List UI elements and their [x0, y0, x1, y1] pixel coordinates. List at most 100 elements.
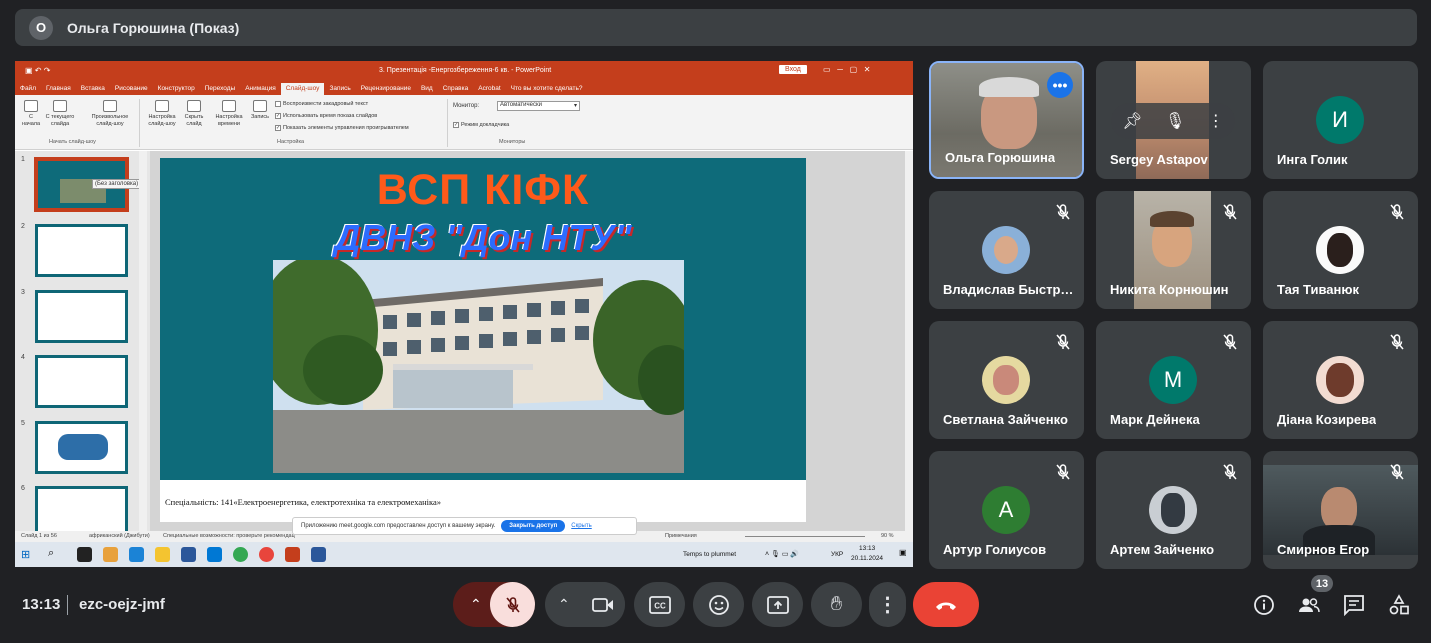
participant-tile[interactable]: М Марк Дейнека	[1096, 321, 1251, 439]
setup-show-button[interactable]: Настройка слайд-шоу	[143, 100, 181, 128]
rehearse-button[interactable]: Настройка времени	[211, 100, 247, 128]
tab-review[interactable]: Рецензирование	[356, 85, 416, 95]
tell-me-search[interactable]: Что вы хотите сделать?	[506, 85, 588, 95]
timings-checkbox[interactable]: ✓ Использовать время показа слайдов	[275, 113, 377, 119]
signin-button[interactable]: Вход	[779, 65, 807, 74]
zoom-slider[interactable]	[745, 536, 865, 537]
participant-photo	[982, 226, 1030, 274]
chat-icon[interactable]	[1343, 594, 1365, 616]
keyboard-lang[interactable]: УКР	[831, 551, 843, 558]
chevron-up-icon[interactable]: ⌃	[558, 596, 570, 613]
save-icon[interactable]: ▣ ↶ ↷	[25, 66, 50, 75]
participant-tile[interactable]: И Инга Голик	[1263, 61, 1418, 179]
slide-title: ВСП КІФК	[376, 166, 590, 214]
thumb-scrollbar[interactable]	[139, 151, 147, 531]
slide-scrollbar[interactable]	[905, 151, 913, 531]
hide-share-bar-link[interactable]: Скрыть	[571, 523, 591, 529]
powerpoint-icon[interactable]	[285, 547, 300, 562]
participant-tile[interactable]: Смирнов Егор	[1263, 451, 1418, 569]
participant-tile[interactable]: Діана Козирева	[1263, 321, 1418, 439]
slide-thumbnail[interactable]	[35, 290, 128, 343]
tab-home[interactable]: Главная	[41, 85, 76, 95]
more-vert-icon[interactable]: ⋮	[1208, 111, 1224, 131]
explorer-icon[interactable]	[155, 547, 170, 562]
participant-tile[interactable]: 📌︎ 🎙︎ ⋮ Sergey Astapov	[1096, 61, 1251, 179]
ribbon: С начала С текущего слайда Произвольное …	[15, 95, 913, 150]
tab-insert[interactable]: Вставка	[76, 85, 110, 95]
hide-slide-button[interactable]: Скрыть слайд	[181, 100, 207, 128]
slide-thumbnail[interactable]	[35, 224, 128, 277]
notes-button[interactable]: Примечания	[665, 533, 697, 539]
task-view-icon[interactable]	[77, 547, 92, 562]
edge-icon[interactable]	[129, 547, 144, 562]
windows-start-icon[interactable]: ⊞	[21, 548, 30, 561]
chrome-profile-icon[interactable]	[259, 547, 274, 562]
participant-name: Смирнов Егор	[1277, 542, 1370, 557]
store-icon[interactable]	[181, 547, 196, 562]
participant-tile[interactable]: А Артур Голиусов	[929, 451, 1084, 569]
activities-icon[interactable]	[1388, 594, 1410, 616]
mic-icon[interactable]: 🎙︎	[1165, 111, 1185, 131]
participant-tile[interactable]: Артем Зайченко	[1096, 451, 1251, 569]
window-controls[interactable]: ▭ ─ ▢ ✕	[823, 65, 871, 74]
tab-help[interactable]: Справка	[438, 85, 474, 95]
chevron-up-icon[interactable]: ⌃	[470, 596, 482, 613]
tab-record[interactable]: Запись	[324, 85, 355, 95]
tab-view[interactable]: Вид	[416, 85, 438, 95]
word-icon[interactable]	[311, 547, 326, 562]
thumb-number: 6	[21, 485, 25, 492]
tab-file[interactable]: Файл	[15, 85, 41, 95]
slide-thumbnail[interactable]	[35, 486, 128, 531]
participant-name: Ольга Горюшина	[945, 150, 1056, 165]
participant-tile[interactable]: Никита Корнюшин	[1096, 191, 1251, 309]
accessibility-status[interactable]: Специальные возможности: проверьте реком…	[163, 533, 295, 539]
controls-checkbox[interactable]: ✓ Показать элементы управления проигрыват…	[275, 125, 409, 131]
slide-thumbnail[interactable]	[35, 355, 128, 408]
presenter-title: Ольга Горюшина (Показ)	[67, 19, 240, 36]
presenter-view-checkbox[interactable]: ✓ Режим докладчика	[453, 122, 509, 128]
setup-icon	[155, 100, 169, 112]
participant-tile[interactable]: Владислав Быстр…	[929, 191, 1084, 309]
search-icon[interactable]: ⌕	[48, 547, 54, 560]
pin-icon[interactable]: 📌︎	[1122, 111, 1142, 131]
more-options-button[interactable]: ⋮	[869, 582, 906, 627]
slide-thumbnail[interactable]	[35, 421, 128, 474]
group-setup-label: Настройка	[277, 139, 305, 145]
people-icon[interactable]	[1298, 594, 1320, 616]
mic-toggle-button[interactable]	[490, 582, 535, 627]
tab-transitions[interactable]: Переходы	[200, 85, 241, 95]
ppt-title-bar: ▣ ↶ ↷ 3. Презентація -Енергозбереження-6…	[15, 61, 913, 80]
from-start-button[interactable]: С начала	[20, 100, 42, 128]
info-icon[interactable]	[1253, 594, 1275, 616]
tray-icons[interactable]: ˄ 🎙 ▭ 🔊	[765, 550, 799, 558]
outlook-icon[interactable]	[207, 547, 222, 562]
notification-icon[interactable]: ▣	[899, 548, 907, 557]
from-current-button[interactable]: С текущего слайда	[43, 100, 77, 128]
custom-show-button[interactable]: Произвольное слайд-шоу	[85, 100, 135, 128]
reactions-button[interactable]	[693, 582, 744, 627]
record-button[interactable]: Запись	[247, 100, 273, 121]
participant-tile[interactable]: Светлана Зайченко	[929, 321, 1084, 439]
raise-hand-button[interactable]: ✋︎	[811, 582, 862, 627]
tab-draw[interactable]: Рисование	[110, 85, 153, 95]
monitor-select[interactable]: Автоматически ▾	[497, 101, 580, 111]
tab-design[interactable]: Конструктор	[153, 85, 200, 95]
weather-widget[interactable]: Temps to plummet	[683, 551, 736, 558]
stop-sharing-button[interactable]: Закрыть доступ	[501, 520, 566, 532]
camera-toggle-button[interactable]	[580, 582, 625, 627]
tab-animations[interactable]: Анимация	[240, 85, 281, 95]
participant-tile[interactable]: Тая Тиванюк	[1263, 191, 1418, 309]
mic-off-icon	[1223, 334, 1237, 350]
more-options-icon[interactable]: •••	[1047, 72, 1073, 98]
tab-acrobat[interactable]: Acrobat	[473, 85, 505, 95]
tile-hover-controls[interactable]: 📌︎ 🎙︎ ⋮	[1111, 103, 1235, 139]
tab-slideshow[interactable]: Слайд-шоу	[280, 83, 325, 95]
chrome-icon[interactable]	[233, 547, 248, 562]
language-status[interactable]: африканский (Джибути)	[89, 533, 150, 539]
participant-tile[interactable]: ••• Ольга Горюшина	[929, 61, 1084, 179]
copilot-icon[interactable]	[103, 547, 118, 562]
narration-checkbox[interactable]: Воспроизвести закадровый текст	[275, 101, 368, 107]
leave-call-button[interactable]	[913, 582, 979, 627]
captions-button[interactable]: CC	[634, 582, 685, 627]
present-button[interactable]	[752, 582, 803, 627]
